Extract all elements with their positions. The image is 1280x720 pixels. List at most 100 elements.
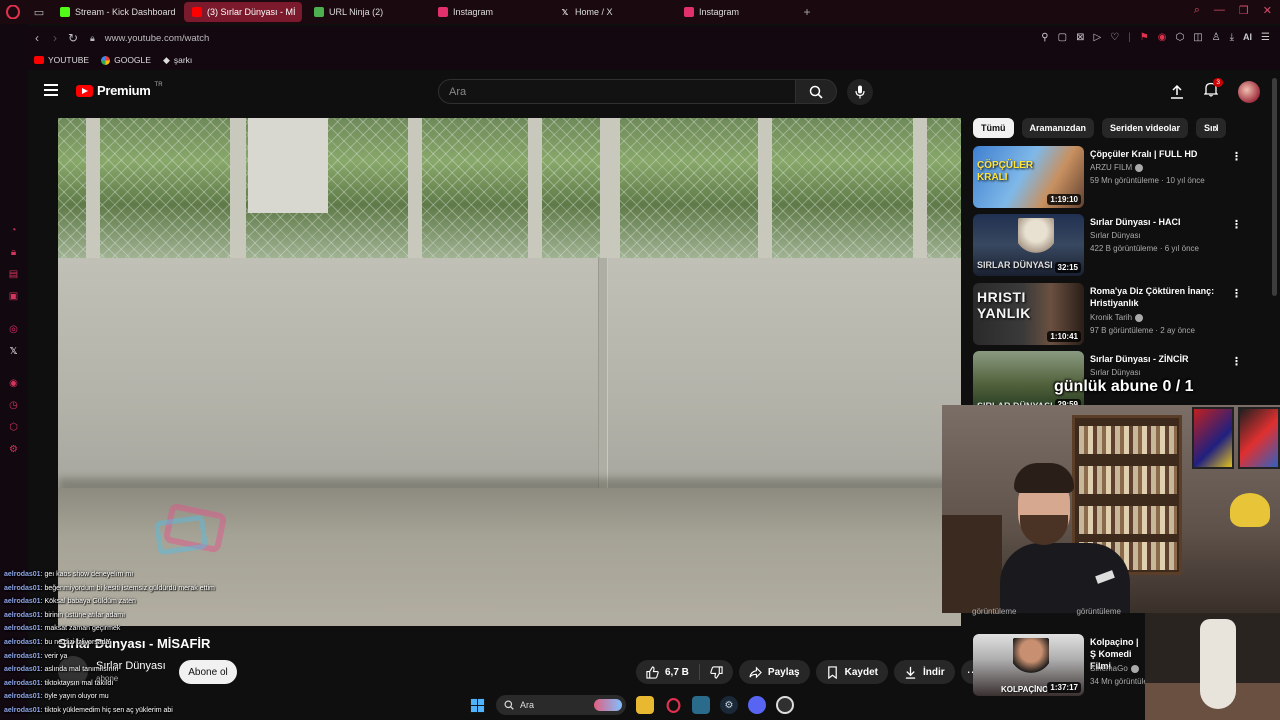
extension-icon[interactable]: ⚑ [1140, 32, 1149, 43]
ai-button[interactable]: AI [1243, 32, 1252, 43]
thumbnail-text: ÇÖPÇÜLER KRALI [977, 160, 1034, 183]
rec-channel[interactable]: SinemaGo [1090, 664, 1139, 673]
video-thumbnail[interactable]: SIRLAR DÜNYASI 32:15 [973, 214, 1084, 276]
list-item[interactable]: SIRLAR DÜNYASI 32:15 Sırlar Dünyası - HA… [973, 214, 1263, 276]
close-icon[interactable]: ✕ [1263, 4, 1272, 17]
browser-tab[interactable]: URL Ninja (2) [306, 2, 426, 22]
forward-icon[interactable]: › [46, 31, 64, 45]
download-icon[interactable]: ⤓ [1230, 32, 1234, 43]
steam-icon[interactable]: ⚙ [720, 696, 738, 714]
opera-logo-icon[interactable] [0, 0, 26, 24]
like-button[interactable]: 6,7 B [636, 660, 699, 684]
x-icon[interactable]: 𝕏 [7, 345, 20, 358]
mail-icon[interactable]: ▣ [7, 290, 20, 303]
chip-series[interactable]: Seriden videolar [1102, 118, 1189, 138]
more-vertical-icon[interactable]: ⋮ [1231, 150, 1242, 163]
voice-search-button[interactable] [847, 79, 873, 105]
rec-channel[interactable]: Sırlar Dünyası [1090, 231, 1141, 240]
browser-tab[interactable]: (3) Sırlar Dünyası - Mİ [184, 2, 302, 22]
notifications-button[interactable]: 3 [1203, 78, 1223, 102]
chat-username: aelrodas01 [4, 638, 41, 646]
rec-channel[interactable]: Kronik Tarih [1090, 313, 1144, 322]
opera-taskbar-icon[interactable] [664, 696, 682, 714]
aria-icon[interactable]: ◔ [7, 224, 20, 237]
history-icon[interactable]: ◷ [7, 399, 20, 412]
upload-icon[interactable] [1170, 85, 1184, 99]
page-scrollbar[interactable] [1272, 78, 1277, 296]
more-vertical-icon[interactable]: ⋮ [1231, 355, 1242, 368]
more-vertical-icon[interactable]: ⋮ [1231, 218, 1242, 231]
video-thumbnail[interactable]: KOLPAÇİNO 1:37:17 [973, 634, 1084, 696]
reload-icon[interactable]: ↻ [64, 31, 82, 45]
wallet-icon[interactable]: ◫ [1193, 32, 1202, 43]
app-window-icon[interactable] [692, 696, 710, 714]
workspaces-icon[interactable]: ▭ [26, 0, 52, 24]
menu-icon[interactable]: ☰ [1261, 32, 1270, 43]
pin-icon[interactable]: ⚲ [1041, 32, 1048, 43]
dislike-button[interactable] [700, 660, 733, 684]
list-item[interactable]: HRISTI YANLIK 1:10:41 Roma'ya Diz Çöktür… [973, 283, 1263, 345]
chip-all[interactable]: Tümü [973, 118, 1014, 138]
youtube-premium-logo[interactable]: Premium TR [76, 82, 163, 98]
rec-title[interactable]: Roma'ya Diz Çöktüren İnanç: Hristiyanlık [1090, 285, 1230, 309]
rec-channel[interactable]: Sırlar Dünyası [1090, 368, 1141, 377]
rec-channel-name: Sırlar Dünyası [1090, 231, 1141, 240]
video-player[interactable] [58, 118, 961, 626]
chat-text: birinin üstüne atılar adamı [44, 611, 126, 619]
url-field[interactable]: www.youtube.com/watch [105, 33, 210, 44]
messenger-icon[interactable]: ▤ [7, 268, 20, 281]
profile-icon[interactable]: ♙ [1212, 32, 1221, 43]
video-thumbnail[interactable]: ÇÖPÇÜLER KRALI 1:19:10 [973, 146, 1084, 208]
lock-sidebar-icon[interactable]: 🔒︎ [7, 246, 20, 259]
video-thumbnail[interactable]: HRISTI YANLIK 1:10:41 [973, 283, 1084, 345]
kick-icon [60, 7, 70, 17]
rec-channel[interactable]: ARZU FILM [1090, 163, 1144, 172]
minimize-icon[interactable]: — [1214, 4, 1225, 17]
list-item[interactable]: ÇÖPÇÜLER KRALI 1:19:10 Çöpçüler Kralı | … [973, 146, 1263, 208]
bookmark-sarki[interactable]: ◆ şarkı [163, 55, 192, 66]
browser-tab[interactable]: Instagram [676, 2, 794, 22]
browser-tab[interactable]: Stream - Kick Dashboard [52, 2, 180, 22]
search-tabs-icon[interactable]: ⌕ [1194, 4, 1200, 17]
browser-tab[interactable]: Instagram [430, 2, 548, 22]
list-item[interactable]: KOLPAÇİNO 1:37:17 Kolpaçino | Ş Komedi F… [973, 634, 1163, 696]
search-button[interactable] [795, 79, 837, 104]
hamburger-menu-icon[interactable] [44, 84, 58, 96]
obs-icon[interactable] [776, 696, 794, 714]
chip-from-search[interactable]: Aramanızdan [1021, 118, 1095, 138]
thumbnail-text: KOLPAÇİNO [1001, 685, 1049, 694]
vpn-icon[interactable]: ⊠ [1076, 32, 1084, 43]
search-input[interactable]: Ara [438, 79, 796, 104]
heart-icon[interactable]: ♡ [1110, 32, 1119, 43]
extension-badge-icon[interactable]: ◉ [1158, 32, 1167, 43]
more-vertical-icon[interactable]: ⋮ [1231, 287, 1242, 300]
file-explorer-icon[interactable] [636, 696, 654, 714]
windows-start-icon[interactable] [468, 696, 486, 714]
avatar[interactable] [1238, 81, 1260, 103]
browser-tab[interactable]: 𝕏 Home / X [552, 2, 672, 22]
share-button[interactable]: Paylaş [738, 660, 810, 684]
player-icon[interactable]: ▷ [1093, 32, 1101, 43]
player-sidebar-icon[interactable]: ◉ [7, 377, 20, 390]
bookmark-youtube[interactable]: YOUTUBE [34, 55, 89, 65]
bookmark-google[interactable]: GOOGLE [101, 55, 151, 65]
chat-message: aelrodas01: öyle yayın oluyor mu [4, 690, 304, 704]
puzzle-icon[interactable]: ⬡ [1175, 32, 1184, 43]
snapshot-icon[interactable]: ▢ [1058, 32, 1067, 43]
rec-title[interactable]: Çöpçüler Kralı | FULL HD [1090, 148, 1230, 160]
rec-title[interactable]: Sırlar Dünyası - HACI [1090, 216, 1230, 228]
chip-sirlar[interactable]: Sırl [1196, 118, 1227, 138]
video-frame-sign [248, 118, 328, 213]
settings-icon[interactable]: ⚙ [7, 443, 20, 456]
taskbar-search-input[interactable]: Ara [496, 695, 626, 715]
instagram-icon[interactable]: ◎ [7, 323, 20, 336]
save-button[interactable]: Kaydet [815, 660, 888, 684]
new-tab-button[interactable]: + [798, 5, 816, 19]
maximize-icon[interactable]: ❐ [1239, 4, 1249, 17]
discord-icon[interactable] [748, 696, 766, 714]
rec-title[interactable]: Sırlar Dünyası - ZİNCİR [1090, 353, 1230, 365]
chevron-right-icon[interactable]: › [1214, 123, 1218, 135]
extensions-sidebar-icon[interactable]: ⬡ [7, 421, 20, 434]
download-button[interactable]: İndir [893, 660, 955, 684]
back-icon[interactable]: ‹ [28, 31, 46, 45]
